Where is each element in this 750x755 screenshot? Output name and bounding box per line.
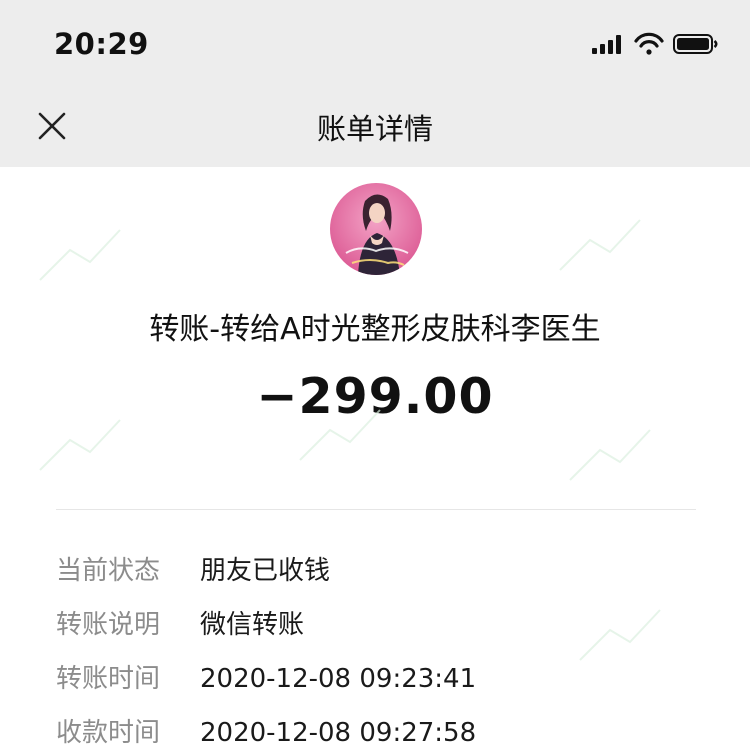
wifi-icon (634, 32, 664, 55)
divider (56, 509, 696, 510)
transaction-amount: −299.00 (256, 368, 494, 425)
detail-value: 微信转账 (200, 610, 305, 640)
payee-name: 转账-转给A时光整形皮肤科李医生 (149, 312, 601, 347)
detail-row-description: 转账说明 微信转账 (0, 603, 750, 647)
detail-label: 转账说明 (56, 610, 161, 640)
status-icons (592, 32, 718, 55)
detail-label: 转账时间 (56, 664, 161, 694)
battery-icon (673, 34, 718, 54)
signal-icon (592, 35, 621, 54)
detail-label: 收款时间 (56, 718, 161, 748)
detail-row-received-time: 收款时间 2020-12-08 09:27:58 (0, 711, 750, 755)
top-bar: 20:29 账单详情 (0, 0, 750, 167)
page-title: 账单详情 (316, 112, 433, 146)
detail-label: 当前状态 (56, 556, 161, 586)
detail-row-transfer-time: 转账时间 2020-12-08 09:23:41 (0, 657, 750, 701)
detail-row-status: 当前状态 朋友已收钱 (0, 549, 750, 593)
detail-value: 2020-12-08 09:23:41 (200, 664, 477, 694)
detail-value: 2020-12-08 09:27:58 (200, 718, 477, 748)
status-bar-time: 20:29 (54, 27, 149, 61)
payee-avatar[interactable] (330, 183, 422, 275)
detail-value: 朋友已收钱 (200, 556, 331, 586)
avatar-image (330, 183, 422, 275)
